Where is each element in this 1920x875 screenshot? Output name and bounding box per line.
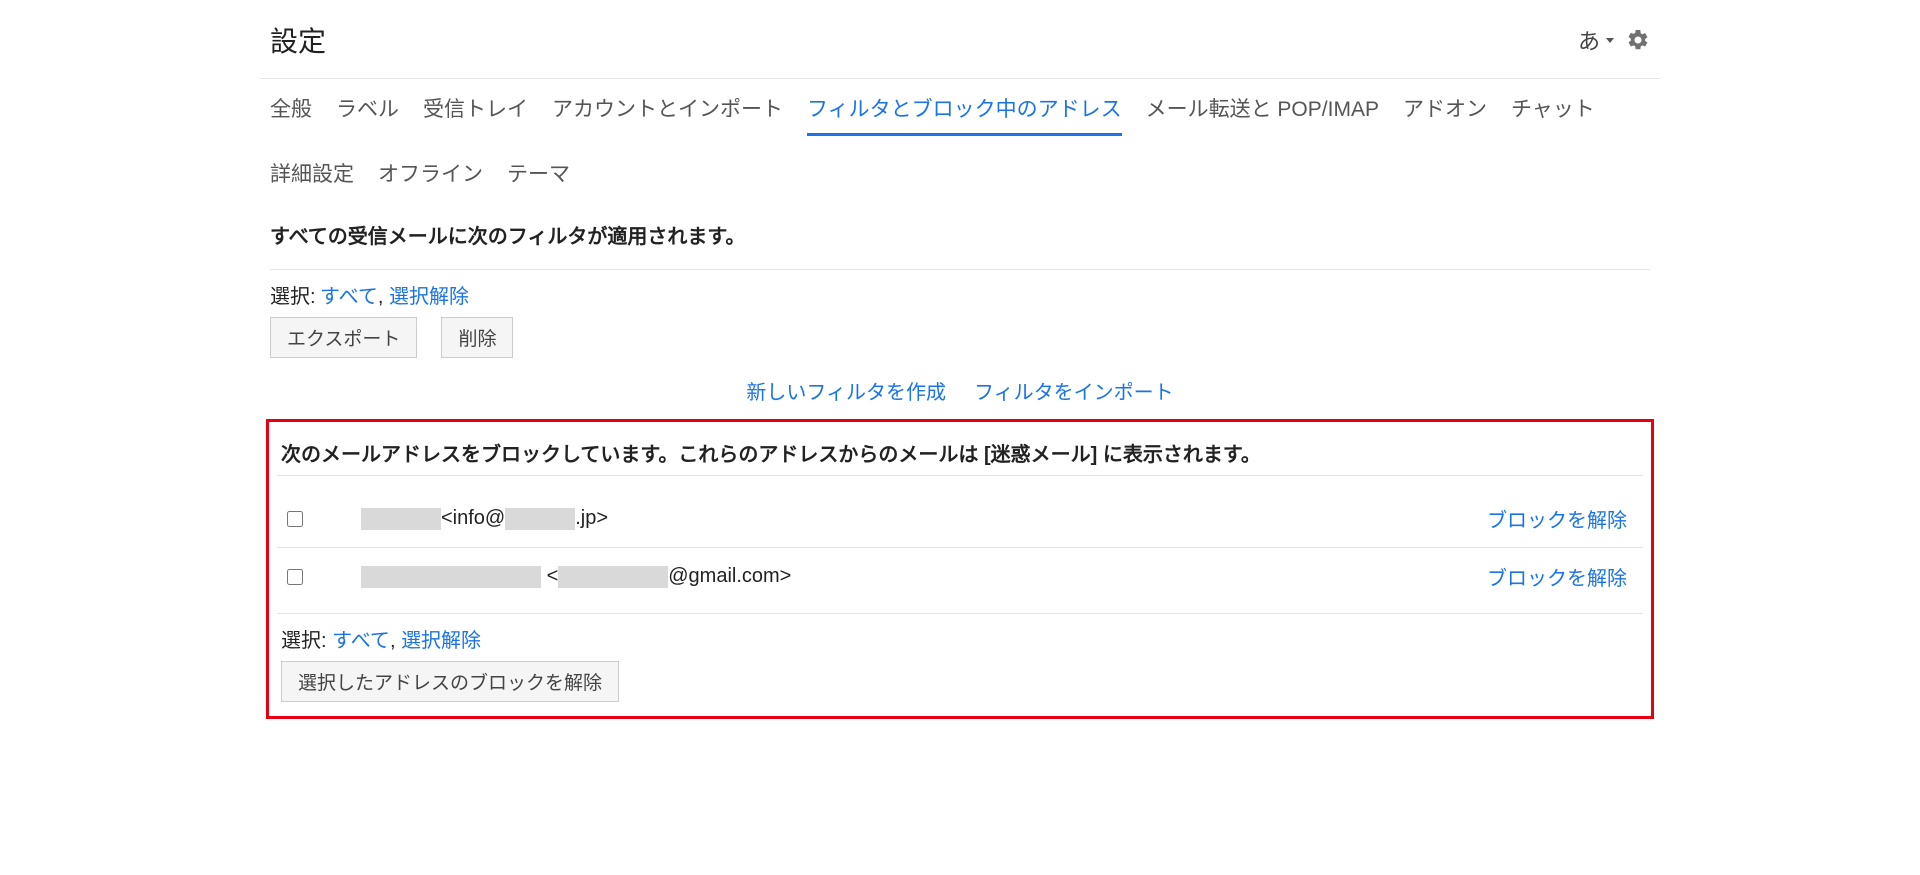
filter-action-links: 新しいフィルタを作成 フィルタをインポート bbox=[270, 376, 1650, 405]
header-actions: あ bbox=[1578, 24, 1650, 56]
select-none-link[interactable]: 選択解除 bbox=[389, 286, 469, 308]
gear-icon[interactable] bbox=[1626, 28, 1650, 52]
blocked-row: < @gmail.com> ブロックを解除 bbox=[277, 547, 1643, 605]
email-fragment: @gmail.com> bbox=[668, 565, 791, 587]
tab-advanced[interactable]: 詳細設定 bbox=[270, 158, 354, 198]
settings-tabs: 全般 ラベル 受信トレイ アカウントとインポート フィルタとブロック中のアドレス… bbox=[260, 79, 1660, 198]
select-label: 選択: bbox=[270, 286, 316, 308]
filters-button-row: エクスポート 削除 bbox=[270, 317, 1650, 358]
redacted-name bbox=[361, 566, 541, 588]
export-button[interactable]: エクスポート bbox=[270, 317, 417, 358]
redacted-domain bbox=[505, 508, 575, 530]
select-all-link[interactable]: すべて bbox=[332, 630, 390, 652]
select-label: 選択: bbox=[281, 630, 327, 652]
filters-select-row: 選択: すべて, 選択解除 bbox=[270, 280, 1650, 309]
tab-general[interactable]: 全般 bbox=[270, 93, 312, 136]
tab-addons[interactable]: アドオン bbox=[1403, 93, 1487, 136]
select-all-link[interactable]: すべて bbox=[320, 286, 378, 308]
redacted-name bbox=[361, 508, 441, 530]
blocked-address: < @gmail.com> bbox=[361, 565, 791, 588]
email-fragment: < bbox=[547, 565, 559, 587]
blocked-row-checkbox[interactable] bbox=[287, 511, 303, 527]
input-method-indicator[interactable]: あ bbox=[1578, 24, 1600, 56]
bulk-unblock-button[interactable]: 選択したアドレスのブロックを解除 bbox=[281, 661, 619, 702]
delete-button[interactable]: 削除 bbox=[441, 317, 513, 358]
email-fragment: <info@ bbox=[441, 507, 505, 529]
unblock-link[interactable]: ブロックを解除 bbox=[1487, 562, 1627, 591]
tab-inbox[interactable]: 受信トレイ bbox=[423, 93, 528, 136]
tab-themes[interactable]: テーマ bbox=[507, 158, 570, 198]
tab-forwarding-pop-imap[interactable]: メール転送と POP/IMAP bbox=[1146, 93, 1379, 136]
filters-heading: すべての受信メールに次のフィルタが適用されます。 bbox=[270, 220, 1650, 249]
blocked-list: <info@ .jp> ブロックを解除 < @gmail.com> ブロックを解除 bbox=[277, 490, 1643, 605]
divider bbox=[270, 269, 1650, 270]
select-none-link[interactable]: 選択解除 bbox=[401, 630, 481, 652]
unblock-link[interactable]: ブロックを解除 bbox=[1487, 504, 1627, 533]
page-header: 設定 あ bbox=[260, 20, 1660, 79]
blocked-address: <info@ .jp> bbox=[361, 507, 608, 530]
blocked-heading: 次のメールアドレスをブロックしています。これらのアドレスからのメールは [迷惑メ… bbox=[281, 438, 1639, 467]
blocked-select-row: 選択: すべて, 選択解除 bbox=[281, 624, 1639, 653]
caret-down-icon[interactable] bbox=[1606, 38, 1614, 43]
blocked-row-checkbox[interactable] bbox=[287, 569, 303, 585]
page-title: 設定 bbox=[270, 20, 326, 60]
email-fragment: .jp> bbox=[575, 507, 608, 529]
comma: , bbox=[390, 630, 401, 652]
divider bbox=[277, 613, 1643, 614]
filters-section: すべての受信メールに次のフィルタが適用されます。 選択: すべて, 選択解除 エ… bbox=[260, 198, 1660, 405]
settings-page: 設定 あ 全般 ラベル 受信トレイ アカウントとインポート フィルタとブロック中… bbox=[260, 0, 1660, 759]
import-filters-link[interactable]: フィルタをインポート bbox=[974, 376, 1174, 405]
divider bbox=[277, 475, 1643, 476]
create-filter-link[interactable]: 新しいフィルタを作成 bbox=[746, 376, 946, 405]
tab-filters-blocked[interactable]: フィルタとブロック中のアドレス bbox=[807, 93, 1122, 136]
tab-offline[interactable]: オフライン bbox=[378, 158, 483, 198]
tab-accounts-import[interactable]: アカウントとインポート bbox=[552, 93, 783, 136]
blocked-addresses-section: 次のメールアドレスをブロックしています。これらのアドレスからのメールは [迷惑メ… bbox=[266, 419, 1654, 719]
blocked-row: <info@ .jp> ブロックを解除 bbox=[277, 490, 1643, 547]
tab-chat[interactable]: チャット bbox=[1511, 93, 1595, 136]
redacted-local bbox=[558, 566, 668, 588]
comma: , bbox=[378, 286, 389, 308]
tab-labels[interactable]: ラベル bbox=[336, 93, 399, 136]
